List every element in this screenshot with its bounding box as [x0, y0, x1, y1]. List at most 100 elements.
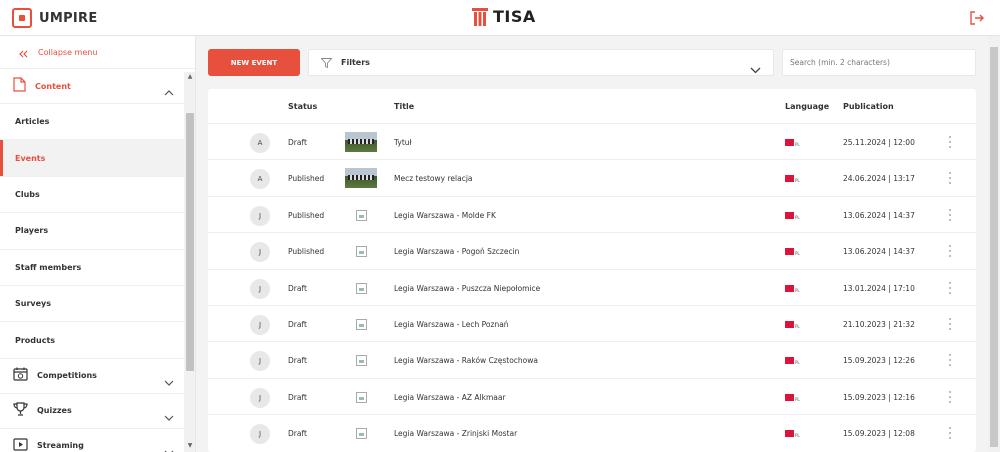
sidebar-group-competitions[interactable]: Competitions [0, 359, 195, 394]
column-header-publication[interactable]: Publication [843, 102, 894, 111]
chevron-down-icon [750, 59, 761, 78]
sidebar-scrollbar-thumb[interactable] [186, 113, 194, 371]
table-row[interactable]: J Draft Legia Warszawa - Raków Częstocho… [208, 341, 976, 377]
sidebar-group-content[interactable]: Content [0, 69, 195, 104]
poland-flag-icon [785, 248, 794, 256]
brand-logo[interactable]: UMPIRE [12, 8, 98, 28]
language-code: PL [795, 178, 800, 184]
scroll-up-arrow-icon[interactable]: ▲ [185, 73, 195, 81]
row-more-menu-icon[interactable] [946, 425, 954, 441]
table-row[interactable]: J Draft Legia Warszawa - AZ Alkmaar PL 1… [208, 377, 976, 414]
author-avatar: A [250, 169, 270, 190]
filters-dropdown[interactable]: Filters [308, 49, 774, 76]
broken-image-icon [356, 391, 367, 403]
status-text: Published [288, 174, 325, 184]
author-avatar: J [250, 278, 270, 299]
table-row[interactable]: J Draft Legia Warszawa - Lech Poznań PL … [208, 304, 976, 341]
table-row[interactable]: A Published Mecz testowy relacja PL 24.0… [208, 159, 976, 195]
sidebar-group-label: Content [35, 81, 71, 91]
table-row[interactable]: J Published Legia Warszawa - Molde FK PL… [208, 195, 976, 232]
publication-date: 15.09.2023 | 12:08 [843, 429, 915, 439]
sidebar-item-staff-members[interactable]: Staff members [0, 250, 195, 286]
author-avatar: J [250, 424, 270, 445]
sidebar-item-clubs[interactable]: Clubs [0, 177, 195, 214]
event-title[interactable]: Legia Warszawa - Puszcza Niepołomice [394, 284, 540, 293]
poland-flag-icon [785, 211, 794, 219]
filters-label: Filters [341, 58, 370, 67]
language-code: PL [795, 251, 800, 257]
sidebar-item-articles[interactable]: Articles [0, 104, 195, 141]
event-title[interactable]: Legia Warszawa - Zrinjski Mostar [394, 429, 517, 438]
broken-image-icon [356, 282, 367, 294]
row-more-menu-icon[interactable] [946, 134, 954, 150]
new-event-button[interactable]: NEW EVENT [208, 49, 300, 76]
center-brand-name: TISA [493, 7, 536, 26]
language-code: PL [795, 433, 800, 439]
poland-flag-icon [785, 320, 794, 328]
brand-icon [12, 8, 32, 28]
collapse-menu-button[interactable]: Collapse menu [0, 36, 195, 69]
document-icon [13, 76, 26, 96]
broken-image-icon [356, 246, 367, 258]
row-more-menu-icon[interactable] [946, 280, 954, 296]
logout-icon[interactable] [970, 10, 984, 29]
event-title[interactable]: Mecz testowy relacja [394, 174, 473, 183]
sidebar-item-surveys[interactable]: Surveys [0, 286, 195, 323]
sidebar-group-label: Competitions [37, 371, 97, 381]
broken-image-icon [356, 318, 367, 330]
broken-image-icon [356, 209, 367, 221]
column-header-title[interactable]: Title [394, 102, 414, 111]
author-avatar: J [250, 314, 270, 335]
sidebar-item-events[interactable]: Events [0, 140, 195, 177]
sidebar-item-players[interactable]: Players [0, 213, 195, 250]
row-more-menu-icon[interactable] [946, 389, 954, 405]
table-row[interactable]: A Draft Tytuł PL 25.11.2024 | 12:00 [208, 123, 976, 159]
brand-name: UMPIRE [39, 10, 98, 26]
status-text: Draft [288, 319, 307, 329]
event-title[interactable]: Legia Warszawa - Pogoń Szczecin [394, 247, 519, 256]
language-code: PL [795, 214, 800, 220]
author-avatar: J [250, 351, 270, 372]
table-row[interactable]: J Draft Legia Warszawa - Zrinjski Mostar… [208, 414, 976, 450]
sidebar-group-streaming[interactable]: Streaming [0, 429, 195, 452]
publication-date: 13.06.2024 | 14:37 [843, 247, 915, 257]
search-input[interactable] [782, 49, 976, 76]
event-title[interactable]: Legia Warszawa - AZ Alkmaar [394, 393, 506, 402]
event-title[interactable]: Legia Warszawa - Raków Częstochowa [394, 356, 538, 365]
row-more-menu-icon[interactable] [946, 243, 954, 259]
column-header-status[interactable]: Status [288, 102, 317, 111]
poland-flag-icon [785, 284, 794, 292]
table-row[interactable]: J Draft Legia Warszawa - Puszcza Niepoło… [208, 268, 976, 305]
page-scrollbar-thumb[interactable] [990, 47, 998, 447]
scroll-down-arrow-icon[interactable]: ▼ [185, 442, 195, 450]
sidebar-group-label: Quizzes [37, 406, 72, 416]
event-title[interactable]: Legia Warszawa - Molde FK [394, 211, 496, 220]
row-more-menu-icon[interactable] [946, 207, 954, 223]
event-thumbnail [345, 168, 377, 189]
table-body: A Draft Tytuł PL 25.11.2024 | 12:00 A Pu… [208, 123, 976, 451]
row-more-menu-icon[interactable] [946, 170, 954, 186]
row-more-menu-icon[interactable] [946, 316, 954, 332]
table-row[interactable]: J Published Legia Warszawa - Pogoń Szcze… [208, 232, 976, 268]
publication-date: 25.11.2024 | 12:00 [843, 138, 915, 147]
event-title[interactable]: Legia Warszawa - Lech Poznań [394, 320, 509, 329]
row-more-menu-icon[interactable] [946, 352, 954, 368]
trophy-icon [13, 401, 28, 420]
sidebar-item-products[interactable]: Products [0, 322, 195, 359]
status-text: Published [288, 210, 325, 220]
column-header-language[interactable]: Language [785, 102, 829, 111]
poland-flag-icon [785, 175, 794, 183]
sidebar-group-label: Streaming [37, 441, 84, 451]
chevron-down-icon [164, 441, 174, 452]
event-title[interactable]: Tytuł [394, 138, 412, 147]
filter-icon [320, 53, 333, 72]
status-text: Draft [288, 429, 307, 439]
language-code: PL [795, 396, 800, 402]
publication-date: 13.01.2024 | 17:10 [843, 283, 915, 293]
sidebar-group-quizzes[interactable]: Quizzes [0, 394, 195, 429]
publication-date: 15.09.2023 | 12:26 [843, 356, 915, 366]
language-code: PL [795, 323, 800, 329]
status-text: Draft [288, 356, 307, 366]
chevron-up-icon [164, 81, 174, 100]
author-avatar: J [250, 387, 270, 408]
